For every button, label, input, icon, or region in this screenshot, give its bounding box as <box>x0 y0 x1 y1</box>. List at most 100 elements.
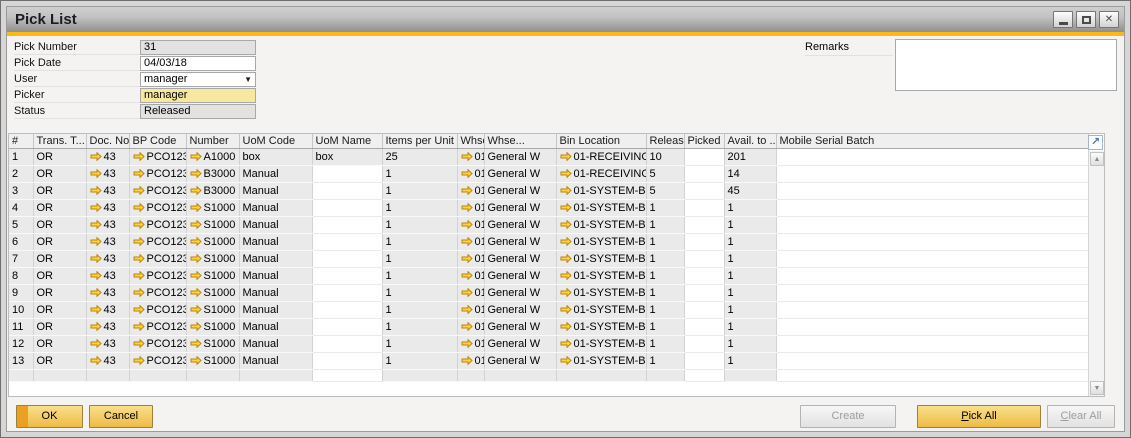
cell-11[interactable]: 1 <box>646 234 684 251</box>
link-arrow-icon[interactable] <box>90 288 102 297</box>
cell-7[interactable]: 1 <box>382 251 457 268</box>
cell-11[interactable]: 5 <box>646 166 684 183</box>
cell-5[interactable]: Manual <box>239 302 312 319</box>
cell-10[interactable]: 01-SYSTEM-BIN-L <box>556 268 646 285</box>
cell-4[interactable]: A1000 <box>186 149 239 166</box>
link-arrow-icon[interactable] <box>90 339 102 348</box>
cell-6[interactable]: box <box>312 149 382 166</box>
link-arrow-icon[interactable] <box>90 203 102 212</box>
cell-9[interactable]: General W <box>484 336 556 353</box>
cell-9[interactable]: General W <box>484 319 556 336</box>
empty-cell[interactable] <box>724 370 776 382</box>
cell-5[interactable]: Manual <box>239 183 312 200</box>
cell-5[interactable]: Manual <box>239 268 312 285</box>
column-header-1[interactable]: Trans. T... <box>33 134 86 149</box>
column-header-4[interactable]: Number <box>186 134 239 149</box>
cell-2[interactable]: 43 <box>86 336 129 353</box>
user-dropdown[interactable]: manager ▼ <box>140 72 256 87</box>
cell-3[interactable]: PCO1234 <box>129 268 186 285</box>
cell-12[interactable] <box>684 200 724 217</box>
cell-10[interactable]: 01-SYSTEM-BIN-L <box>556 200 646 217</box>
empty-cell[interactable] <box>646 370 684 382</box>
link-arrow-icon[interactable] <box>90 356 102 365</box>
cell-3[interactable]: PCO1234 <box>129 183 186 200</box>
column-header-12[interactable]: Picked <box>684 134 724 149</box>
cell-6[interactable] <box>312 217 382 234</box>
link-arrow-icon[interactable] <box>461 237 473 246</box>
cell-13[interactable]: 45 <box>724 183 776 200</box>
link-arrow-icon[interactable] <box>461 271 473 280</box>
cell-2[interactable]: 43 <box>86 166 129 183</box>
expand-grid-button[interactable]: ↗ <box>1088 135 1103 150</box>
empty-cell[interactable] <box>484 370 556 382</box>
link-arrow-icon[interactable] <box>133 254 145 263</box>
column-header-13[interactable]: Avail. to ... <box>724 134 776 149</box>
link-arrow-icon[interactable] <box>133 186 145 195</box>
link-arrow-icon[interactable] <box>133 169 145 178</box>
link-arrow-icon[interactable] <box>461 169 473 178</box>
cell-14[interactable] <box>776 285 1088 302</box>
create-button[interactable]: Create <box>800 405 896 428</box>
scroll-down-button[interactable]: ▼ <box>1090 381 1104 395</box>
cell-2[interactable]: 43 <box>86 251 129 268</box>
link-arrow-icon[interactable] <box>90 237 102 246</box>
cell-12[interactable] <box>684 251 724 268</box>
cell-6[interactable] <box>312 251 382 268</box>
cell-3[interactable]: PCO1234 <box>129 234 186 251</box>
cell-11[interactable]: 1 <box>646 302 684 319</box>
cell-6[interactable] <box>312 166 382 183</box>
cell-13[interactable]: 1 <box>724 268 776 285</box>
cell-10[interactable]: 01-SYSTEM-BIN-L <box>556 217 646 234</box>
cell-12[interactable] <box>684 302 724 319</box>
link-arrow-icon[interactable] <box>560 169 572 178</box>
cell-4[interactable]: B3000 <box>186 166 239 183</box>
cell-1[interactable]: OR <box>33 183 86 200</box>
empty-cell[interactable] <box>382 370 457 382</box>
picker-field[interactable]: manager <box>140 88 256 103</box>
cell-5[interactable]: Manual <box>239 234 312 251</box>
link-arrow-icon[interactable] <box>133 305 145 314</box>
cell-10[interactable]: 01-SYSTEM-BIN-L <box>556 251 646 268</box>
cell-5[interactable]: Manual <box>239 251 312 268</box>
link-arrow-icon[interactable] <box>133 271 145 280</box>
cell-8[interactable]: 01 <box>457 285 484 302</box>
cell-6[interactable] <box>312 183 382 200</box>
cell-8[interactable]: 01 <box>457 217 484 234</box>
cell-2[interactable]: 43 <box>86 285 129 302</box>
link-arrow-icon[interactable] <box>560 322 572 331</box>
cell-6[interactable] <box>312 319 382 336</box>
cell-6[interactable] <box>312 353 382 370</box>
cell-14[interactable] <box>776 234 1088 251</box>
cell-9[interactable]: General W <box>484 149 556 166</box>
cell-8[interactable]: 01 <box>457 234 484 251</box>
row-number-cell[interactable]: 10 <box>9 302 33 319</box>
link-arrow-icon[interactable] <box>133 237 145 246</box>
row-number-cell[interactable]: 11 <box>9 319 33 336</box>
cell-2[interactable]: 43 <box>86 353 129 370</box>
cell-3[interactable]: PCO1234 <box>129 319 186 336</box>
column-header-2[interactable]: Doc. No. <box>86 134 129 149</box>
link-arrow-icon[interactable] <box>461 254 473 263</box>
column-header-3[interactable]: BP Code <box>129 134 186 149</box>
empty-cell[interactable] <box>457 370 484 382</box>
cell-14[interactable] <box>776 166 1088 183</box>
cell-3[interactable]: PCO1234 <box>129 285 186 302</box>
empty-cell[interactable] <box>776 370 1088 382</box>
cell-4[interactable]: S1000 <box>186 285 239 302</box>
cell-1[interactable]: OR <box>33 336 86 353</box>
cell-14[interactable] <box>776 251 1088 268</box>
link-arrow-icon[interactable] <box>461 203 473 212</box>
cell-6[interactable] <box>312 268 382 285</box>
cell-2[interactable]: 43 <box>86 217 129 234</box>
cell-10[interactable]: 01-RECEIVING-BI <box>556 149 646 166</box>
link-arrow-icon[interactable] <box>190 152 202 161</box>
cell-1[interactable]: OR <box>33 217 86 234</box>
cell-10[interactable]: 01-SYSTEM-BIN-L <box>556 302 646 319</box>
link-arrow-icon[interactable] <box>560 339 572 348</box>
empty-cell[interactable] <box>186 370 239 382</box>
cell-6[interactable] <box>312 336 382 353</box>
cell-4[interactable]: S1000 <box>186 302 239 319</box>
cell-10[interactable]: 01-SYSTEM-BIN-L <box>556 336 646 353</box>
cell-12[interactable] <box>684 217 724 234</box>
link-arrow-icon[interactable] <box>190 322 202 331</box>
